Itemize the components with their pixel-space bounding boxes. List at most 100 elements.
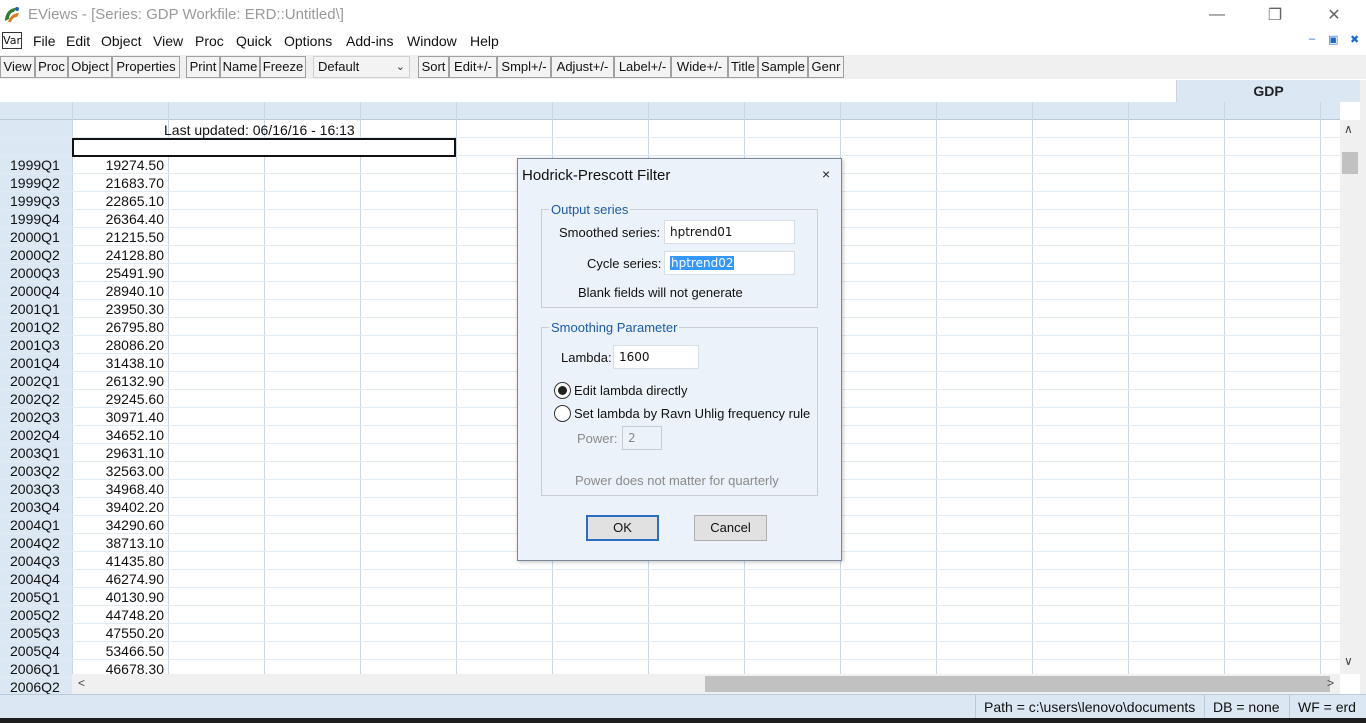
gdp-value-cell[interactable]: 53466.50	[106, 643, 164, 659]
table-row[interactable]: 2005Q2 44748.20	[0, 606, 1340, 624]
gdp-value-cell[interactable]: 38713.10	[106, 535, 164, 551]
gdp-value-cell[interactable]: 21215.50	[106, 229, 164, 245]
gdp-value-cell[interactable]: 29631.10	[106, 445, 164, 461]
gdp-value-cell[interactable]: 44748.20	[106, 607, 164, 623]
gdp-value-cell[interactable]: 34968.40	[106, 481, 164, 497]
menu-options[interactable]: Options	[284, 33, 332, 49]
status-path: Path = c:\users\lenovo\documents	[975, 695, 1203, 719]
table-row[interactable]: 2004Q4 46274.90	[0, 570, 1340, 588]
gdp-value-cell[interactable]: 25491.90	[106, 265, 164, 281]
child-close-icon[interactable]: ✖	[1350, 33, 1359, 46]
toolbar-label-button[interactable]: Label+/-	[614, 56, 671, 78]
table-row[interactable]: 2005Q3 47550.20	[0, 624, 1340, 642]
gdp-value-cell[interactable]: 21683.70	[106, 175, 164, 191]
display-format-select[interactable]: Default ⌄	[313, 56, 410, 78]
gdp-value-cell[interactable]: 26132.90	[106, 373, 164, 389]
row-date-label: 2006Q1	[10, 661, 60, 677]
cell-edit-box[interactable]	[72, 138, 456, 157]
child-minimize-icon[interactable]: –	[1309, 33, 1315, 45]
gdp-value-cell[interactable]: 34652.10	[106, 427, 164, 443]
row-date-label: 2005Q2	[10, 607, 60, 623]
edit-lambda-radio[interactable]	[554, 382, 571, 399]
gdp-value-cell[interactable]: 47550.20	[106, 625, 164, 641]
window-scrollbar[interactable]	[1360, 80, 1366, 694]
ravn-uhlig-radio[interactable]	[554, 405, 571, 422]
gdp-value-cell[interactable]: 22865.10	[106, 193, 164, 209]
row-date-label: 2002Q1	[10, 373, 60, 389]
menu-object[interactable]: Object	[101, 33, 141, 49]
menu-edit[interactable]: Edit	[66, 33, 90, 49]
menu-add-ins[interactable]: Add-ins	[346, 33, 393, 49]
minimize-button[interactable]: —	[1194, 0, 1240, 30]
toolbar-name-button[interactable]: Name	[220, 56, 260, 78]
close-window-button[interactable]: ✕	[1311, 0, 1357, 30]
scroll-left-icon[interactable]: <	[78, 676, 85, 690]
toolbar-view-button[interactable]: View	[0, 56, 35, 78]
toolbar-print-button[interactable]: Print	[186, 56, 220, 78]
gdp-value-cell[interactable]: 26364.40	[106, 211, 164, 227]
gdp-value-cell[interactable]: 41435.80	[106, 553, 164, 569]
toolbar-wide-button[interactable]: Wide+/-	[671, 56, 728, 78]
row-date-label: 2005Q4	[10, 643, 60, 659]
gdp-value-cell[interactable]: 31438.10	[106, 355, 164, 371]
smoothed-series-value: hptrend01	[670, 225, 733, 239]
menu-proc[interactable]: Proc	[195, 33, 224, 49]
toolbar-genr-button[interactable]: Genr	[808, 56, 844, 78]
series-name-bar: GDP	[0, 80, 1366, 102]
smoothed-series-input[interactable]: hptrend01	[664, 220, 795, 244]
var-object-icon[interactable]: Var	[2, 32, 22, 49]
toolbar-sample-button[interactable]: Sample	[758, 56, 808, 78]
toolbar-sort-button[interactable]: Sort	[418, 56, 449, 78]
gdp-value-cell[interactable]: 46274.90	[106, 571, 164, 587]
ok-button[interactable]: OK	[586, 515, 659, 541]
menu-view[interactable]: View	[153, 33, 183, 49]
restore-button[interactable]: ❐	[1252, 0, 1298, 30]
cancel-button[interactable]: Cancel	[694, 515, 767, 541]
table-row[interactable]: 2005Q4 53466.50	[0, 642, 1340, 660]
power-label: Power:	[577, 431, 618, 446]
gdp-value-cell[interactable]: 32563.00	[106, 463, 164, 479]
gdp-value-cell[interactable]: 26795.80	[106, 319, 164, 335]
scroll-up-icon[interactable]: ∧	[1344, 122, 1353, 136]
toolbar-properties-button[interactable]: Properties	[112, 56, 180, 78]
vertical-scrollbar[interactable]: ∧ ∨	[1340, 120, 1360, 674]
menu-window[interactable]: Window	[407, 33, 457, 49]
gdp-value-cell[interactable]: 28086.20	[106, 337, 164, 353]
row-date-label: 2000Q3	[10, 265, 60, 281]
menu-help[interactable]: Help	[470, 33, 499, 49]
table-row[interactable]: 2005Q1 40130.90	[0, 588, 1340, 606]
toolbar-object-button[interactable]: Object	[68, 56, 112, 78]
gdp-value-cell[interactable]: 39402.20	[106, 499, 164, 515]
gdp-value-cell[interactable]: 23950.30	[106, 301, 164, 317]
scroll-right-icon[interactable]: >	[1327, 676, 1334, 690]
dialog-close-icon[interactable]: ×	[822, 166, 830, 182]
menu-quick[interactable]: Quick	[236, 33, 272, 49]
horizontal-scrollbar[interactable]: < >	[72, 674, 1340, 694]
vertical-scroll-thumb[interactable]	[1342, 152, 1358, 174]
row-date-label: 2006Q2	[10, 679, 60, 695]
gdp-value-cell[interactable]: 19274.50	[106, 157, 164, 173]
gdp-value-cell[interactable]: 29245.60	[106, 391, 164, 407]
toolbar-adjust-button[interactable]: Adjust+/-	[551, 56, 614, 78]
toolbar-title-button[interactable]: Title	[728, 56, 758, 78]
ravn-uhlig-label[interactable]: Set lambda by Ravn Uhlig frequency rule	[574, 406, 810, 421]
gdp-value-cell[interactable]: 30971.40	[106, 409, 164, 425]
status-db: DB = none	[1204, 695, 1288, 719]
gdp-value-cell[interactable]: 24128.80	[106, 247, 164, 263]
toolbar-edit-button[interactable]: Edit+/-	[449, 56, 497, 78]
scroll-down-icon[interactable]: ∨	[1344, 654, 1353, 668]
gdp-value-cell[interactable]: 34290.60	[106, 517, 164, 533]
gdp-value-cell[interactable]: 40130.90	[106, 589, 164, 605]
row-date-label: 1999Q3	[10, 193, 60, 209]
menu-file[interactable]: File	[33, 33, 56, 49]
horizontal-scroll-thumb[interactable]	[705, 676, 1330, 692]
child-restore-icon[interactable]: ▣	[1328, 33, 1338, 46]
toolbar-proc-button[interactable]: Proc	[35, 56, 68, 78]
cycle-series-value: hptrend02	[670, 256, 735, 270]
toolbar-freeze-button[interactable]: Freeze	[260, 56, 306, 78]
edit-lambda-label[interactable]: Edit lambda directly	[574, 383, 687, 398]
lambda-input[interactable]: 1600	[613, 345, 699, 369]
toolbar-smpl-button[interactable]: Smpl+/-	[497, 56, 551, 78]
cycle-series-input[interactable]: hptrend02	[664, 251, 795, 275]
gdp-value-cell[interactable]: 28940.10	[106, 283, 164, 299]
